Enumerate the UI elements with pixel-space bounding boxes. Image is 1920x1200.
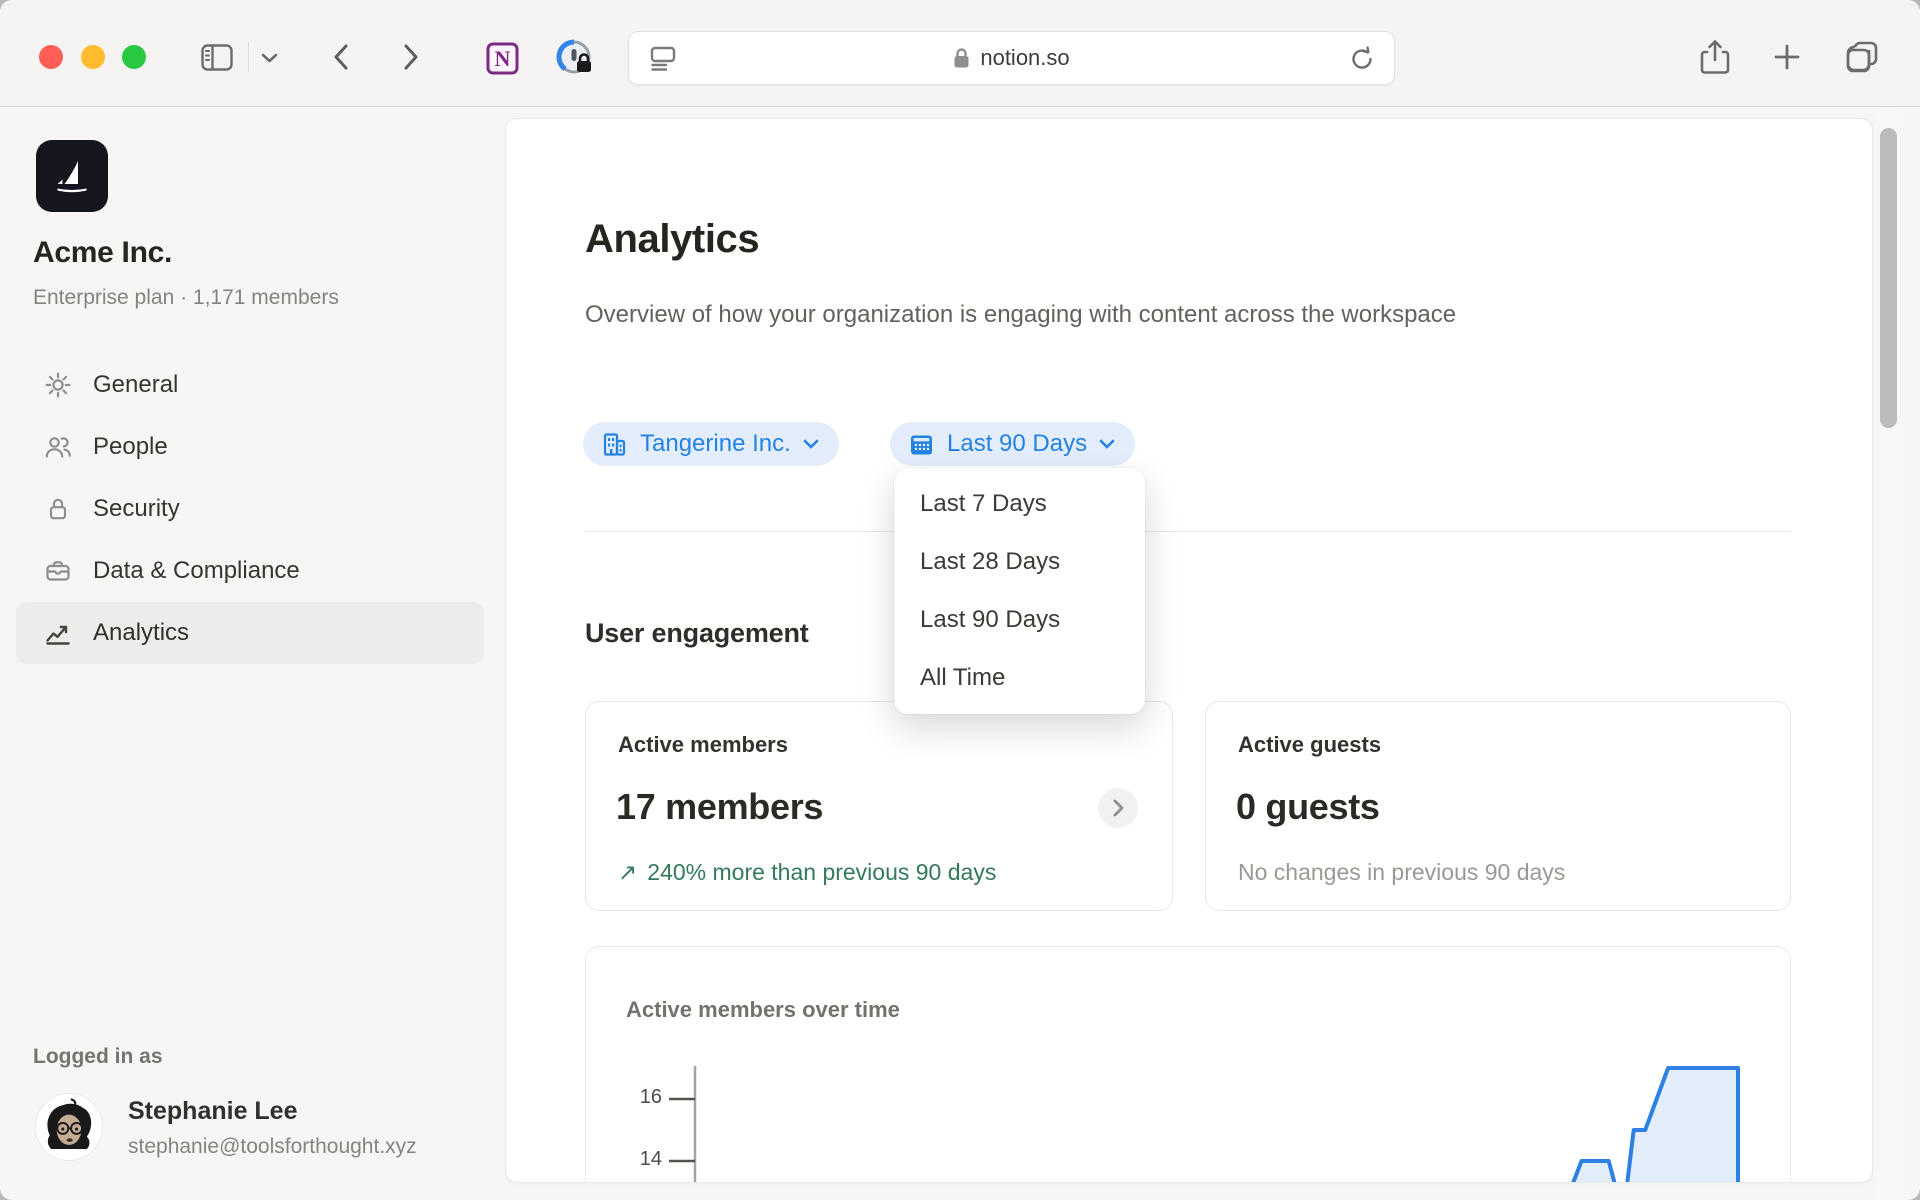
sidebar-icon (201, 44, 233, 71)
workspace-filter-chip[interactable]: Tangerine Inc. (583, 422, 839, 466)
onepassword-lock-icon (555, 38, 595, 78)
notion-extension-button[interactable]: N (483, 38, 523, 78)
section-divider (585, 531, 1791, 532)
metric-label: Active guests (1238, 732, 1381, 758)
onepassword-extension-button[interactable] (555, 38, 595, 78)
sidebar-item-general[interactable]: General (16, 354, 484, 416)
menu-item-all-time[interactable]: All Time (894, 649, 1145, 707)
settings-nav: General People Security Data & Complianc… (16, 354, 484, 664)
workspace-logo (36, 140, 108, 212)
trend-up-icon: ↗ (618, 859, 637, 886)
active-guests-card: Active guests 0 guests No changes in pre… (1205, 701, 1791, 911)
chevron-down-icon (261, 53, 278, 63)
metric-delta-text: No changes in previous 90 days (1238, 859, 1565, 886)
share-button[interactable] (1696, 37, 1734, 77)
back-button[interactable] (322, 38, 358, 76)
sidebar-item-data-compliance[interactable]: Data & Compliance (16, 540, 484, 602)
plus-icon (1773, 43, 1801, 71)
sidebar-item-label: People (93, 433, 168, 461)
metric-delta: No changes in previous 90 days (1238, 859, 1565, 886)
menu-item-last-90-days[interactable]: Last 90 Days (894, 591, 1145, 649)
section-title: User engagement (585, 618, 809, 649)
new-tab-button[interactable] (1769, 39, 1805, 75)
close-window-button[interactable] (39, 45, 63, 69)
minimize-window-button[interactable] (81, 45, 105, 69)
active-members-chart (585, 946, 1791, 1183)
trend-chart-icon (44, 619, 72, 647)
svg-text:N: N (495, 46, 511, 71)
workspace-plan: Enterprise plan · 1,171 members (33, 286, 339, 310)
user-avatar (36, 1094, 102, 1160)
logged-in-as-label: Logged in as (33, 1045, 163, 1069)
date-range-dropdown-menu: Last 7 Days Last 28 Days Last 90 Days Al… (894, 468, 1145, 714)
address-bar[interactable]: notion.so (628, 31, 1395, 85)
workspace-name: Acme Inc. (33, 236, 172, 270)
scrollbar-thumb[interactable] (1880, 128, 1897, 428)
notion-extension-icon: N (484, 39, 522, 77)
url-text: notion.so (980, 45, 1069, 71)
date-range-filter-chip[interactable]: Last 90 Days (890, 422, 1135, 466)
reload-icon (1349, 46, 1375, 72)
zoom-window-button[interactable] (122, 45, 146, 69)
sidebar-item-security[interactable]: Security (16, 478, 484, 540)
sidebar-item-analytics[interactable]: Analytics (16, 602, 484, 664)
metric-value: 17 members (616, 786, 823, 828)
sidebar-item-label: General (93, 371, 178, 399)
chart-area-fill (1565, 1068, 1738, 1183)
people-icon (44, 433, 72, 461)
tab-overview-button[interactable] (1843, 38, 1881, 76)
sailboat-icon (48, 152, 96, 200)
calendar-icon (908, 431, 935, 458)
menu-item-last-7-days[interactable]: Last 7 Days (894, 475, 1145, 533)
tabs-icon (1845, 40, 1879, 74)
building-icon (601, 431, 628, 458)
lock-icon (44, 495, 72, 523)
toolbar-separator (248, 42, 249, 72)
chevron-left-icon (333, 44, 348, 70)
page-title: Analytics (585, 217, 759, 262)
metric-delta: ↗ 240% more than previous 90 days (618, 859, 996, 886)
open-members-detail-button[interactable] (1098, 788, 1138, 828)
chevron-down-icon (1099, 439, 1115, 449)
chevron-right-icon (1113, 799, 1124, 817)
analytics-settings-panel: Analytics Overview of how your organizat… (505, 118, 1873, 1183)
chevron-right-icon (404, 44, 419, 70)
sidebar-toggle-button[interactable] (196, 40, 238, 74)
metric-value: 0 guests (1236, 786, 1380, 828)
tab-group-menu-button[interactable] (254, 46, 284, 70)
lock-icon (953, 47, 970, 69)
avatar-illustration (36, 1094, 102, 1160)
sidebar-item-label: Data & Compliance (93, 557, 300, 585)
chevron-down-icon (803, 439, 819, 449)
sidebar-item-label: Analytics (93, 619, 189, 647)
sidebar-item-label: Security (93, 495, 180, 523)
menu-item-last-28-days[interactable]: Last 28 Days (894, 533, 1145, 591)
active-members-card[interactable]: Active members 17 members ↗ 240% more th… (585, 701, 1173, 911)
browser-window: N notion.so (0, 0, 1920, 1200)
user-name: Stephanie Lee (128, 1097, 298, 1126)
user-email: stephanie@toolsforthought.xyz (128, 1135, 417, 1159)
share-icon (1700, 39, 1730, 75)
reload-button[interactable] (1345, 42, 1379, 76)
browser-toolbar: N notion.so (0, 0, 1920, 107)
workspace-filter-label: Tangerine Inc. (640, 430, 791, 458)
page-description: Overview of how your organization is eng… (585, 295, 1515, 335)
gear-icon (44, 371, 72, 399)
briefcase-icon (44, 557, 72, 585)
date-range-filter-label: Last 90 Days (947, 430, 1087, 458)
metric-delta-text: 240% more than previous 90 days (647, 859, 996, 886)
forward-button[interactable] (393, 38, 429, 76)
sidebar-item-people[interactable]: People (16, 416, 484, 478)
address-bar-text: notion.so (629, 32, 1394, 84)
metric-label: Active members (618, 732, 788, 758)
